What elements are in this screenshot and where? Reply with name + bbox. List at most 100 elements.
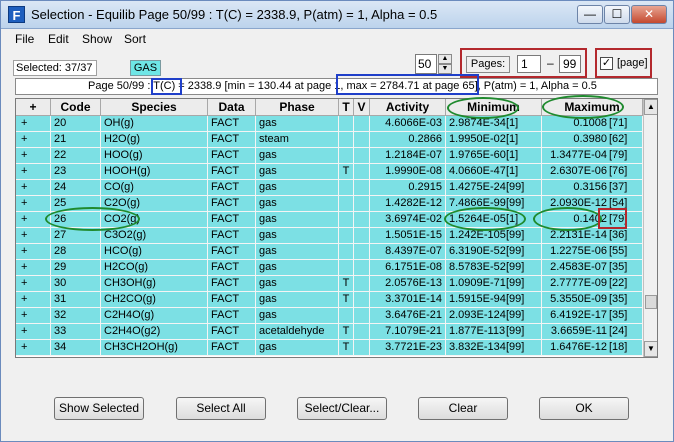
page-checkbox[interactable]: ✓	[600, 57, 613, 70]
scroll-up-icon[interactable]: ▲	[644, 99, 657, 115]
clear-button[interactable]: Clear	[418, 397, 508, 420]
table-row[interactable]: +30 CH3OH(g) FACT gas T 2.0576E-13 1.0909E-71[…	[16, 276, 643, 292]
cell-t[interactable]: T	[339, 340, 354, 356]
cell-v[interactable]	[354, 148, 370, 164]
col-plus[interactable]: +	[16, 99, 51, 116]
expand-icon[interactable]: +	[16, 116, 51, 132]
col-v[interactable]: V	[354, 99, 370, 116]
expand-icon[interactable]: +	[16, 308, 51, 324]
expand-icon[interactable]: +	[16, 148, 51, 164]
expand-icon[interactable]: +	[16, 260, 51, 276]
col-phase[interactable]: Phase	[256, 99, 339, 116]
table-row[interactable]: +29 H2CO(g) FACT gas 6.1751E-08 8.5783E-52[99…	[16, 260, 643, 276]
vertical-scrollbar[interactable]: ▲ ▼	[643, 99, 657, 357]
cell-t[interactable]	[339, 196, 354, 212]
minimize-button[interactable]: —	[577, 5, 603, 24]
cell-v[interactable]	[354, 340, 370, 356]
cell-v[interactable]	[354, 116, 370, 132]
cell-v[interactable]	[354, 260, 370, 276]
page-to-input[interactable]: 99	[559, 55, 581, 73]
select-clear-button[interactable]: Select/Clear...	[297, 397, 387, 420]
table-row[interactable]: +21 H2O(g) FACT steam 0.2866 1.9950E-02[1] 0.3…	[16, 132, 643, 148]
spin-down-icon[interactable]: ▼	[438, 64, 452, 74]
table-row[interactable]: +33 C2H4O(g2) FACT acetaldehyde T 7.1079E-21 1…	[16, 324, 643, 340]
cell-species: HOO(g)	[101, 148, 208, 164]
cell-activity: 3.6476E-21	[370, 308, 446, 324]
expand-icon[interactable]: +	[16, 244, 51, 260]
per-page-input[interactable]: 50	[415, 54, 437, 74]
scroll-thumb[interactable]	[645, 295, 657, 309]
close-button[interactable]: ✕	[631, 5, 667, 24]
cell-minimum: 1.877E-113[99]	[446, 324, 542, 340]
col-species[interactable]: Species	[101, 99, 208, 116]
cell-v[interactable]	[354, 308, 370, 324]
col-activity[interactable]: Activity	[370, 99, 446, 116]
col-minimum[interactable]: Minimum	[446, 99, 542, 116]
menu-edit[interactable]: Edit	[48, 32, 69, 46]
table-row[interactable]: +23 HOOH(g) FACT gas T 1.9990E-08 4.0660E-47[1…	[16, 164, 643, 180]
cell-t[interactable]	[339, 260, 354, 276]
cell-v[interactable]	[354, 212, 370, 228]
expand-icon[interactable]: +	[16, 292, 51, 308]
expand-icon[interactable]: +	[16, 324, 51, 340]
expand-icon[interactable]: +	[16, 196, 51, 212]
table-row[interactable]: +34 CH3CH2OH(g) FACT gas T 3.7721E-23 3.832E-1…	[16, 340, 643, 356]
spin-up-icon[interactable]: ▲	[438, 54, 452, 64]
expand-icon[interactable]: +	[16, 132, 51, 148]
maximum-page: [35]	[609, 293, 628, 305]
scroll-down-icon[interactable]: ▼	[644, 341, 657, 357]
menu-show[interactable]: Show	[82, 32, 112, 46]
cell-t[interactable]: T	[339, 292, 354, 308]
cell-v[interactable]	[354, 276, 370, 292]
expand-icon[interactable]: +	[16, 180, 51, 196]
cell-t[interactable]	[339, 228, 354, 244]
table-row[interactable]: +32 C2H4O(g) FACT gas 3.6476E-21 2.093E-124[9…	[16, 308, 643, 324]
col-code[interactable]: Code	[51, 99, 101, 116]
col-maximum[interactable]: Maximum	[542, 99, 643, 116]
ok-button[interactable]: OK	[539, 397, 629, 420]
table-row[interactable]: +20 OH(g) FACT gas 4.6066E-03 2.9874E-34[1] 0.…	[16, 116, 643, 132]
table-row[interactable]: +22 HOO(g) FACT gas 1.2184E-07 1.9765E-60[1] 1…	[16, 148, 643, 164]
gas-badge[interactable]: GAS	[130, 60, 161, 76]
col-t[interactable]: T	[339, 99, 354, 116]
maximize-button[interactable]: ☐	[604, 5, 630, 24]
cell-t[interactable]	[339, 308, 354, 324]
cell-v[interactable]	[354, 196, 370, 212]
table-row[interactable]: +28 HCO(g) FACT gas 8.4397E-07 6.3190E-52[99]…	[16, 244, 643, 260]
table-row[interactable]: +24 CO(g) FACT gas 0.2915 1.4275E-24[99] 0.315…	[16, 180, 643, 196]
cell-v[interactable]	[354, 292, 370, 308]
cell-v[interactable]	[354, 244, 370, 260]
select-all-button[interactable]: Select All	[176, 397, 266, 420]
menu-file[interactable]: File	[15, 32, 34, 46]
cell-t[interactable]	[339, 244, 354, 260]
menu-sort[interactable]: Sort	[124, 32, 146, 46]
title-bar[interactable]: F Selection - Equilib Page 50/99 : T(C) …	[1, 1, 673, 29]
cell-t[interactable]	[339, 148, 354, 164]
cell-t[interactable]	[339, 180, 354, 196]
expand-icon[interactable]: +	[16, 228, 51, 244]
expand-icon[interactable]: +	[16, 340, 51, 356]
cell-t[interactable]: T	[339, 324, 354, 340]
expand-icon[interactable]: +	[16, 276, 51, 292]
show-selected-button[interactable]: Show Selected	[54, 397, 144, 420]
cell-t[interactable]	[339, 212, 354, 228]
table-row[interactable]: +25 C2O(g) FACT gas 1.4282E-12 7.4866E-99[99]…	[16, 196, 643, 212]
cell-t[interactable]	[339, 116, 354, 132]
page-from-input[interactable]: 1	[517, 55, 541, 73]
expand-icon[interactable]: +	[16, 164, 51, 180]
cell-v[interactable]	[354, 180, 370, 196]
table-row[interactable]: +31 CH2CO(g) FACT gas T 3.3701E-14 1.5915E-94[…	[16, 292, 643, 308]
minimum-value: 1.5264E-05	[449, 213, 506, 225]
cell-t[interactable]	[339, 132, 354, 148]
cell-v[interactable]	[354, 228, 370, 244]
cell-t[interactable]: T	[339, 276, 354, 292]
maximum-value: 2.7777E-09	[550, 277, 607, 289]
table-row[interactable]: +26 CO2(g) FACT gas 3.6974E-02 1.5264E-05[1] 0…	[16, 212, 643, 228]
expand-icon[interactable]: +	[16, 212, 51, 228]
table-row[interactable]: +27 C3O2(g) FACT gas 1.5051E-15 1.242E-105[99…	[16, 228, 643, 244]
cell-v[interactable]	[354, 132, 370, 148]
cell-v[interactable]	[354, 324, 370, 340]
col-data[interactable]: Data	[208, 99, 256, 116]
cell-t[interactable]: T	[339, 164, 354, 180]
cell-v[interactable]	[354, 164, 370, 180]
